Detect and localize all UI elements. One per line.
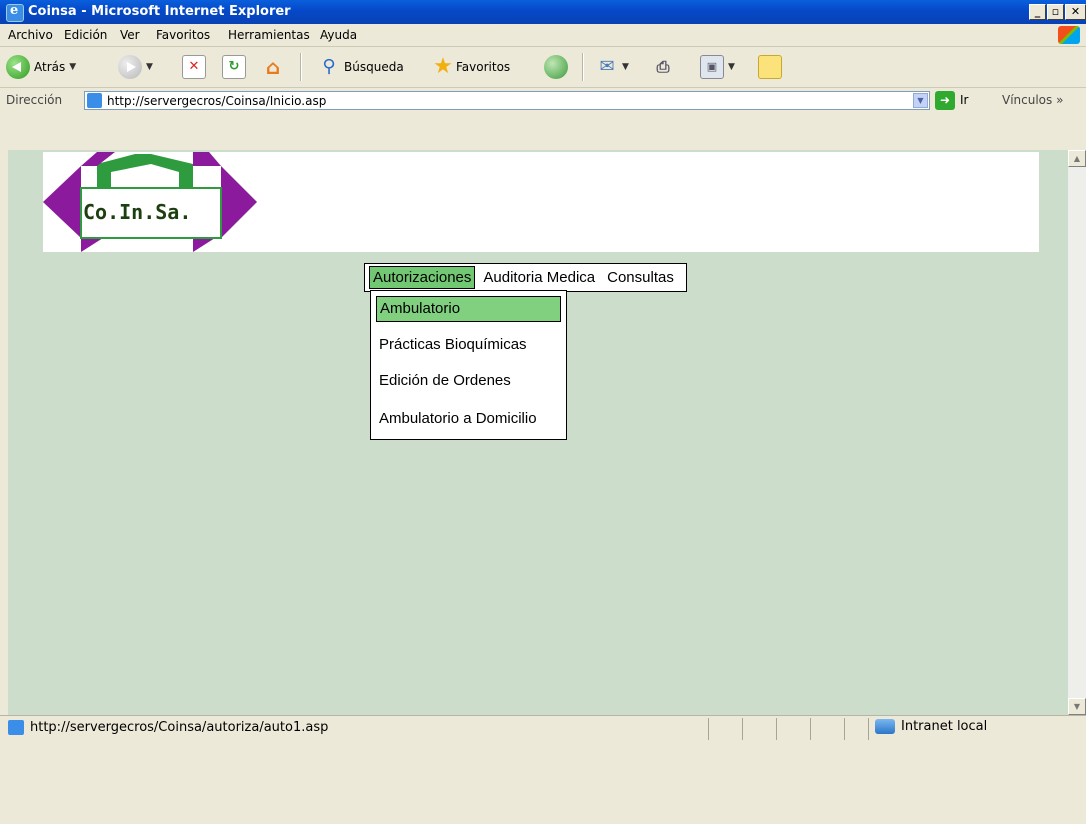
favorites-button[interactable]: ★ Favoritos (432, 54, 510, 80)
menu-favoritos[interactable]: Favoritos (156, 28, 210, 42)
toolbar: Atrás ▼ ▼ ✕ ↻ ⌂ ⚲ Búsqueda ★ Favoritos ✉… (0, 47, 1086, 88)
menu-ayuda[interactable]: Ayuda (320, 28, 357, 42)
page-viewport: Co.In.Sa. Autorizaciones Auditoria Medic… (8, 150, 1068, 715)
status-pane (708, 718, 709, 740)
back-arrow-icon (6, 55, 30, 79)
menu-bar: Archivo Edición Ver Favoritos Herramient… (0, 24, 1086, 47)
title-bar: Coinsa - Microsoft Internet Explorer _ ▫… (0, 0, 1086, 24)
page-icon (87, 93, 102, 108)
forward-button[interactable]: ▼ (118, 54, 153, 80)
back-label: Atrás (34, 60, 66, 74)
status-bar: http://servergecros/Coinsa/autoriza/auto… (0, 715, 1086, 824)
menu-autorizaciones[interactable]: Autorizaciones (369, 266, 476, 289)
messenger-button[interactable] (758, 54, 782, 80)
address-url: http://servergecros/Coinsa/Inicio.asp (107, 94, 327, 108)
submenu-ambulatorio[interactable]: Ambulatorio (376, 296, 561, 322)
status-message: http://servergecros/Coinsa/autoriza/auto… (30, 720, 329, 735)
chevron-down-icon: ▼ (146, 62, 153, 72)
links-button[interactable]: Vínculos » (1002, 93, 1063, 107)
print-icon: ⎙ (656, 57, 670, 76)
home-button[interactable]: ⌂ (262, 54, 284, 80)
windows-logo-icon (1058, 26, 1080, 44)
status-pane (776, 718, 777, 740)
menu-herramientas[interactable]: Herramientas (228, 28, 310, 42)
minimize-button[interactable]: _ (1029, 4, 1046, 20)
status-pane (810, 718, 811, 740)
submenu-ambulatorio-a-domicilio[interactable]: Ambulatorio a Domicilio (376, 407, 561, 433)
mail-icon: ✉ (599, 56, 615, 77)
stop-button[interactable]: ✕ (182, 54, 206, 80)
close-button[interactable]: ✕ (1065, 4, 1086, 20)
vertical-scrollbar[interactable]: ▲ ▼ (1068, 150, 1086, 715)
edit-button[interactable]: ▣ ▼ (700, 54, 735, 80)
autorizaciones-submenu: Ambulatorio Prácticas Bioquímicas Edició… (370, 290, 567, 440)
toolbar-separator (582, 53, 584, 81)
chevron-down-icon: ▼ (728, 62, 735, 72)
logo-text: Co.In.Sa. (83, 200, 192, 224)
history-button[interactable] (544, 54, 568, 80)
menu-auditoria-medica[interactable]: Auditoria Medica (479, 266, 599, 289)
back-button[interactable]: Atrás ▼ (6, 54, 76, 80)
status-pane (868, 718, 869, 740)
go-button[interactable]: ➜ (935, 91, 955, 110)
stop-icon: ✕ (182, 55, 206, 79)
main-menu: Autorizaciones Auditoria Medica Consulta… (364, 263, 687, 292)
page-icon (8, 720, 24, 735)
header-banner: Co.In.Sa. (43, 152, 1039, 252)
note-icon (758, 55, 782, 79)
chevron-down-icon: ▼ (69, 62, 77, 72)
security-zone: Intranet local (875, 719, 987, 734)
scroll-down-button[interactable]: ▼ (1068, 698, 1086, 715)
menu-consultas[interactable]: Consultas (603, 266, 678, 289)
mail-button[interactable]: ✉ ▼ (596, 54, 629, 80)
go-label[interactable]: Ir (960, 93, 968, 107)
toolbar-separator (300, 53, 302, 81)
intranet-icon (875, 719, 895, 734)
scroll-up-button[interactable]: ▲ (1068, 150, 1086, 167)
ie-icon (6, 3, 24, 22)
refresh-icon: ↻ (222, 55, 246, 79)
window-title: Coinsa - Microsoft Internet Explorer (28, 4, 291, 19)
status-pane (844, 718, 845, 740)
menu-archivo[interactable]: Archivo (8, 28, 53, 42)
status-pane (742, 718, 743, 740)
address-label: Dirección (6, 93, 63, 107)
maximize-button[interactable]: ▫ (1047, 4, 1064, 20)
search-label: Búsqueda (344, 60, 404, 74)
address-bar: Dirección http://servergecros/Coinsa/Ini… (0, 88, 1086, 150)
submenu-edicion-de-ordenes[interactable]: Edición de Ordenes (376, 369, 561, 395)
history-icon (544, 55, 568, 79)
star-icon: ★ (433, 54, 453, 79)
edit-icon: ▣ (700, 55, 724, 79)
menu-ver[interactable]: Ver (120, 28, 140, 42)
search-icon: ⚲ (322, 56, 336, 77)
address-input[interactable]: http://servergecros/Coinsa/Inicio.asp ▼ (84, 91, 930, 110)
submenu-practicas-bioquimicas[interactable]: Prácticas Bioquímicas (376, 333, 561, 359)
address-dropdown-button[interactable]: ▼ (913, 93, 928, 108)
chevron-down-icon: ▼ (622, 62, 629, 72)
menu-edicion[interactable]: Edición (64, 28, 107, 42)
favorites-label: Favoritos (456, 60, 511, 74)
zone-label: Intranet local (901, 719, 988, 734)
links-label: Vínculos (1002, 93, 1053, 107)
search-button[interactable]: ⚲ Búsqueda (318, 54, 404, 80)
refresh-button[interactable]: ↻ (222, 54, 246, 80)
forward-arrow-icon (118, 55, 142, 79)
home-icon: ⌂ (265, 55, 281, 79)
print-button[interactable]: ⎙ (652, 54, 674, 80)
